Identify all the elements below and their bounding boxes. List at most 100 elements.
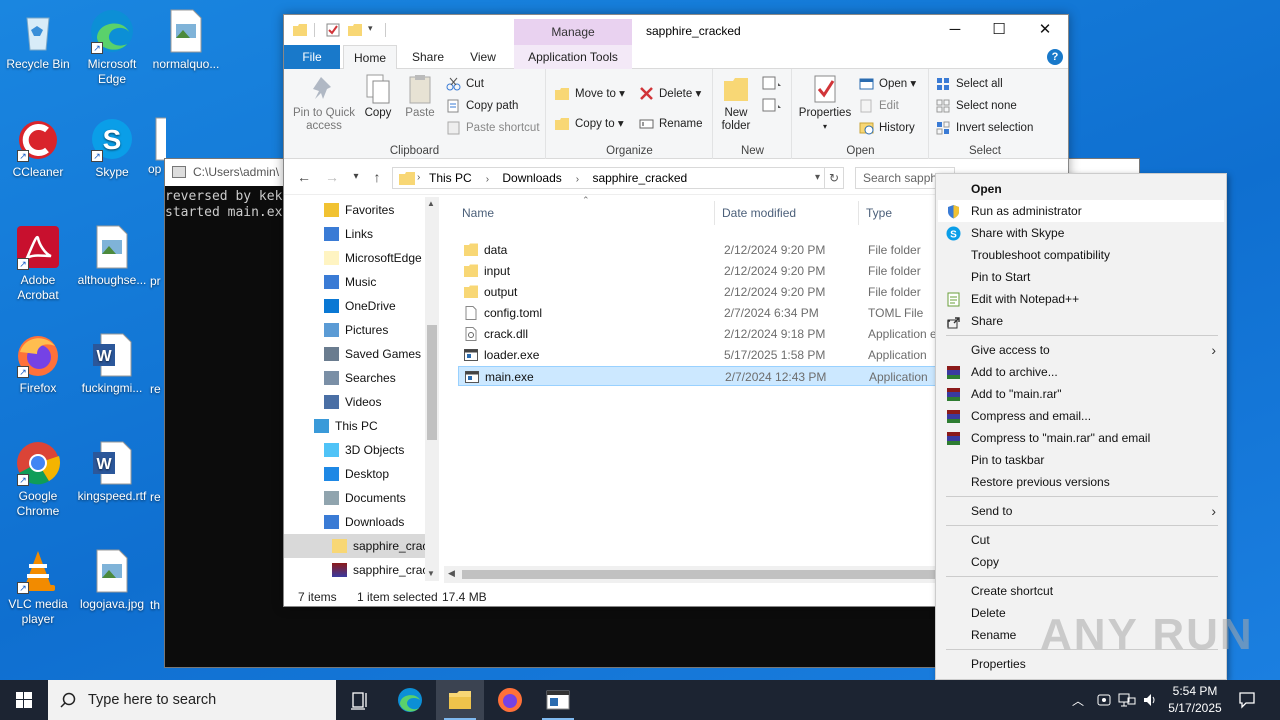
help-icon[interactable]: ?: [1047, 49, 1063, 65]
nav-scrollbar-thumb[interactable]: [427, 325, 437, 440]
menu-item-compress-and-email[interactable]: Compress and email...: [938, 405, 1224, 427]
tab-file[interactable]: File: [284, 45, 340, 69]
tab-view[interactable]: View: [456, 45, 510, 69]
desktop-icon-ccleaner[interactable]: ↗ CCleaner: [0, 116, 76, 180]
menu-item-troubleshoot-compatibility[interactable]: Troubleshoot compatibility: [938, 244, 1224, 266]
address-bar[interactable]: › This PC › Downloads › sapphire_cracked ▾: [392, 167, 825, 189]
breadcrumb-sapphire-cracked[interactable]: sapphire_cracked: [592, 171, 687, 185]
copy-path-button[interactable]: Copy path: [446, 96, 518, 116]
nav-item-videos[interactable]: Videos: [284, 390, 425, 414]
paste-shortcut-button[interactable]: Paste shortcut: [446, 118, 540, 138]
delete-button[interactable]: Delete ▾: [639, 84, 701, 104]
nav-item-searches[interactable]: Searches: [284, 366, 425, 390]
move-to-button[interactable]: Move to ▾: [555, 84, 625, 104]
column-header-type[interactable]: Type: [866, 201, 892, 225]
quick-access-dropdown-icon[interactable]: ▾: [368, 23, 382, 37]
system-clock[interactable]: 5:54 PM 5/17/2025: [1162, 683, 1228, 717]
menu-item-run-as-administrator[interactable]: Run as administrator: [938, 200, 1224, 222]
file-row-config-toml[interactable]: config.toml 2/7/2024 6:34 PM TOML File: [458, 303, 938, 323]
copy-button[interactable]: Copy: [358, 73, 398, 120]
network-icon[interactable]: [1118, 692, 1136, 708]
tab-share[interactable]: Share: [402, 45, 454, 69]
scroll-left-icon[interactable]: ◀: [448, 568, 455, 579]
tab-manage[interactable]: Manage: [514, 19, 632, 45]
nav-item-3d-objects[interactable]: 3D Objects: [284, 438, 425, 462]
tab-home[interactable]: Home: [343, 45, 397, 70]
new-folder-button[interactable]: New folder: [716, 73, 756, 133]
tray-chevron-up-icon[interactable]: ︿: [1072, 692, 1084, 709]
maximize-button[interactable]: ☐: [976, 15, 1022, 45]
nav-item-favorites[interactable]: Favorites: [284, 198, 425, 222]
edit-button[interactable]: Edit: [859, 96, 899, 116]
new-item-icon[interactable]: [761, 75, 783, 93]
menu-item-pin-to-start[interactable]: Pin to Start: [938, 266, 1224, 288]
desktop-icon-vlc[interactable]: ↗ VLC media player: [0, 548, 76, 627]
rename-button[interactable]: Rename: [639, 114, 702, 134]
select-none-button[interactable]: Select none: [936, 96, 1017, 116]
nav-item-saved-games[interactable]: Saved Games: [284, 342, 425, 366]
menu-item-compress-to-main-rar-and-email[interactable]: Compress to "main.rar" and email: [938, 427, 1224, 449]
menu-item-add-to-main-rar[interactable]: Add to "main.rar": [938, 383, 1224, 405]
notifications-icon[interactable]: [1238, 691, 1256, 709]
desktop-icon-adobe-acrobat[interactable]: ↗ Adobe Acrobat: [0, 224, 76, 303]
nav-item-music[interactable]: Music: [284, 270, 425, 294]
breadcrumb-downloads[interactable]: Downloads: [502, 171, 561, 185]
address-dropdown-icon[interactable]: ▾: [815, 168, 820, 188]
history-button[interactable]: History: [859, 118, 915, 138]
taskbar-search-input[interactable]: Type here to search: [48, 680, 336, 720]
file-row-input[interactable]: input 2/12/2024 9:20 PM File folder: [458, 261, 938, 281]
desktop-icon-normalquo[interactable]: normalquo...: [148, 8, 224, 72]
horizontal-scrollbar-thumb[interactable]: [462, 570, 942, 579]
nav-item-links[interactable]: Links: [284, 222, 425, 246]
nav-item-sapphire-crac[interactable]: sapphire_crac: [284, 558, 428, 582]
menu-item-cut[interactable]: Cut: [938, 529, 1224, 551]
menu-item-open[interactable]: Open: [938, 178, 1224, 200]
menu-item-share-with-skype[interactable]: S Share with Skype: [938, 222, 1224, 244]
desktop-icon-fuckingmi[interactable]: W fuckingmi...: [74, 332, 150, 396]
taskbar-console[interactable]: [534, 680, 582, 720]
breadcrumb-this-pc[interactable]: This PC: [429, 171, 472, 185]
desktop-icon-recycle-bin[interactable]: Recycle Bin: [0, 8, 76, 72]
menu-item-add-to-archive[interactable]: Add to archive...: [938, 361, 1224, 383]
file-row-output[interactable]: output 2/12/2024 9:20 PM File folder: [458, 282, 938, 302]
desktop-icon-skype[interactable]: S ↗ Skype: [74, 116, 150, 180]
menu-item-send-to[interactable]: Send to ›: [938, 500, 1224, 522]
refresh-icon[interactable]: ↻: [824, 167, 844, 189]
task-view-button[interactable]: [336, 680, 384, 720]
nav-item-onedrive[interactable]: OneDrive: [284, 294, 425, 318]
forward-arrow-icon[interactable]: →: [322, 167, 342, 187]
desktop-icon-microsoft-edge[interactable]: ↗ Microsoft Edge: [74, 8, 150, 87]
invert-selection-button[interactable]: Invert selection: [936, 118, 1033, 138]
column-header-name[interactable]: Name: [462, 201, 494, 225]
tray-security-icon[interactable]: [1096, 692, 1112, 708]
new-folder-quick-icon[interactable]: [348, 23, 362, 37]
recent-locations-icon[interactable]: ▾: [346, 167, 366, 187]
menu-item-create-shortcut[interactable]: Create shortcut: [938, 580, 1224, 602]
desktop-icon-kingspeed[interactable]: W kingspeed.rtf: [74, 440, 150, 504]
file-row-data[interactable]: data 2/12/2024 9:20 PM File folder: [458, 240, 938, 260]
nav-item-sapphire-crac[interactable]: sapphire_crac: [284, 534, 428, 558]
copy-to-button[interactable]: Copy to ▾: [555, 114, 624, 134]
file-row-crack-dll[interactable]: crack.dll 2/12/2024 9:18 PM Application e: [458, 324, 938, 344]
pin-quick-access-button[interactable]: Pin to Quick access: [288, 73, 360, 133]
titlebar[interactable]: ▾ Manage sapphire_cracked ─ ☐ ✕: [284, 15, 1068, 45]
minimize-button[interactable]: ─: [932, 15, 978, 45]
column-divider[interactable]: [858, 201, 859, 225]
taskbar-edge[interactable]: [386, 680, 434, 720]
scroll-up-icon[interactable]: ▲: [427, 199, 435, 208]
desktop-icon-firefox[interactable]: ↗ Firefox: [0, 332, 76, 396]
nav-item-microsoftedge[interactable]: MicrosoftEdge: [284, 246, 425, 270]
nav-item-this-pc[interactable]: This PC: [284, 414, 425, 438]
menu-item-share[interactable]: Share: [938, 310, 1224, 332]
desktop-icon-google-chrome[interactable]: ↗ Google Chrome: [0, 440, 76, 519]
menu-item-pin-to-taskbar[interactable]: Pin to taskbar: [938, 449, 1224, 471]
column-header-date[interactable]: Date modified: [722, 201, 796, 225]
back-arrow-icon[interactable]: ←: [294, 167, 314, 187]
menu-item-give-access-to[interactable]: Give access to ›: [938, 339, 1224, 361]
paste-button[interactable]: Paste: [400, 73, 440, 120]
nav-item-downloads[interactable]: Downloads: [284, 510, 425, 534]
menu-item-copy[interactable]: Copy: [938, 551, 1224, 573]
tab-application-tools[interactable]: Application Tools: [514, 45, 632, 69]
menu-item-restore-previous-versions[interactable]: Restore previous versions: [938, 471, 1224, 493]
context-menu[interactable]: Open Run as administrator S Share with Skyp…: [935, 173, 1227, 680]
